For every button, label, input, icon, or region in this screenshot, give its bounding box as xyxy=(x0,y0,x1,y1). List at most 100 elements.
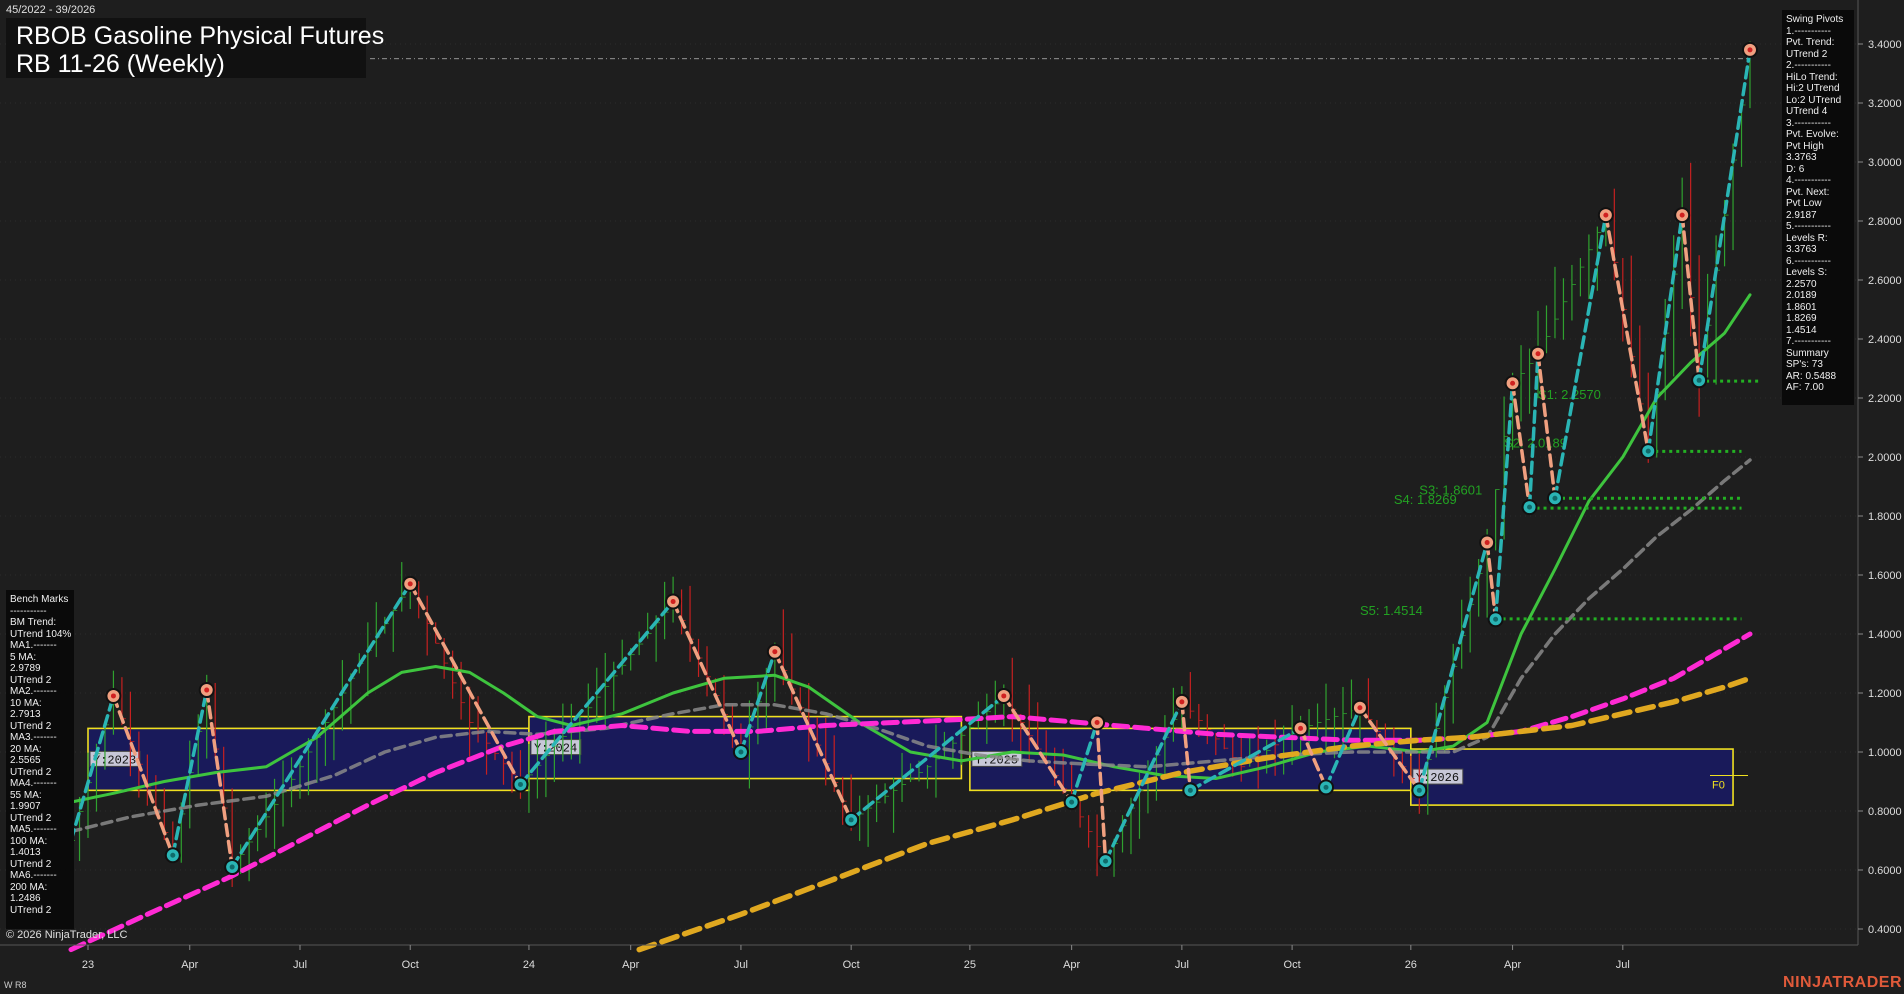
swing-marker-core xyxy=(1357,705,1363,711)
swing-pivots-line: Pvt. Next: xyxy=(1786,186,1830,198)
swing-pivots-line: UTrend 4 xyxy=(1786,106,1828,117)
price-axis[interactable]: 0.4000 0.6000 0.8000 1.0000 1.2000 1.4000 1.60… xyxy=(1857,0,1902,945)
bench-marks-line: 5 MA: xyxy=(10,651,37,663)
swing-pivots-line: 6.----------- xyxy=(1786,255,1831,267)
date-range-label: 45/2022 - 39/2026 xyxy=(6,4,96,16)
swing-pivots-line: HiLo Trend: xyxy=(1786,71,1838,83)
swing-marker-core xyxy=(1103,858,1109,864)
swing-leg xyxy=(1646,213,1684,453)
swing-pivots-line: 3.3763 xyxy=(1786,152,1817,163)
bench-marks-line: Bench Marks xyxy=(10,594,69,605)
swing-marker-core xyxy=(1493,616,1499,622)
swing-pivots-line: 5.----------- xyxy=(1786,221,1831,232)
time-tick-label: Apr xyxy=(622,959,639,971)
swing-pivots-line: Summary xyxy=(1786,347,1829,359)
swing-marker-core xyxy=(517,781,523,787)
swing-marker-core xyxy=(772,649,778,655)
bench-marks-line: UTrend 2 xyxy=(10,766,52,778)
bench-marks-line: 2.5565 xyxy=(10,755,41,766)
support-level-label: S5: 1.4514 xyxy=(1360,603,1423,618)
time-tick-label: Apr xyxy=(1504,959,1521,971)
swing-pivots-line: 1.8269 xyxy=(1786,313,1817,324)
swing-pivots-line: 2.2570 xyxy=(1786,278,1817,290)
price-tick-label: 2.8000 xyxy=(1868,216,1902,228)
time-tick-label: 24 xyxy=(523,959,535,971)
swing-marker-core xyxy=(1527,504,1533,510)
time-tick-label: Oct xyxy=(843,959,860,971)
time-tick-label: Jul xyxy=(734,959,748,971)
time-tick-label: 23 xyxy=(82,959,94,971)
price-tick-label: 2.4000 xyxy=(1868,334,1902,346)
time-tick-label: 26 xyxy=(1405,959,1417,971)
price-tick-label: 2.2000 xyxy=(1868,393,1902,405)
swing-pivots-line: Pvt. Evolve: xyxy=(1786,129,1839,140)
time-tick-label: Oct xyxy=(402,959,419,971)
bench-marks-line: 20 MA: xyxy=(10,743,42,755)
price-tick-label: 1.8000 xyxy=(1868,511,1902,523)
swing-marker-core xyxy=(1416,787,1422,793)
f0-marker-label: F0 xyxy=(1712,780,1725,792)
bench-marks-line: UTrend 2 xyxy=(10,858,52,870)
price-tick-label: 1.6000 xyxy=(1868,570,1902,582)
bench-marks-line: MA1.------- xyxy=(10,640,57,651)
time-tick-label: 25 xyxy=(964,959,976,971)
swing-marker-core xyxy=(1679,212,1685,218)
bench-marks-line: MA5.------- xyxy=(10,824,57,835)
copyright-text: © 2026 NinjaTrader, LLC xyxy=(6,929,128,941)
price-tick-label: 1.2000 xyxy=(1868,688,1902,700)
swing-marker-core xyxy=(204,687,210,693)
price-tick-label: 2.0000 xyxy=(1868,452,1902,464)
swing-marker-core xyxy=(407,581,413,587)
swing-marker-core xyxy=(1094,720,1100,725)
swing-marker-core xyxy=(110,693,116,699)
swing-pivots-line: UTrend 2 xyxy=(1786,48,1828,60)
swing-leg xyxy=(1485,540,1498,621)
ninjatrader-logo: NINJATRADER xyxy=(1783,974,1902,991)
time-tick-label: Apr xyxy=(1063,959,1080,971)
bench-marks-line: MA2.------- xyxy=(10,686,57,697)
time-tick-label: Jul xyxy=(1175,959,1189,971)
swing-pivots-line: 3.3763 xyxy=(1786,244,1817,255)
bench-marks-line: 2.7913 xyxy=(10,709,41,720)
chart-canvas[interactable]: Y:2023Y:2024Y:2025Y:2026F0 S1: 2.2570 S2:… xyxy=(0,0,1904,994)
price-tick-label: 1.0000 xyxy=(1868,747,1902,759)
bench-marks-panel: Bench Marks ----------- BM Trend: UTrend 10… xyxy=(6,590,74,929)
swing-pivots-line: Pvt. Trend: xyxy=(1786,37,1835,48)
swing-marker-core xyxy=(1187,787,1193,793)
swing-marker-core xyxy=(170,852,176,858)
swing-pivots-line: Pvt Low xyxy=(1786,198,1822,209)
swing-leg xyxy=(1604,213,1650,453)
swing-marker-core xyxy=(1484,540,1490,546)
bench-marks-line: BM Trend: xyxy=(10,617,57,628)
swing-pivots-line: 4.----------- xyxy=(1786,175,1831,186)
time-tick-label: Jul xyxy=(293,959,307,971)
swing-marker-core xyxy=(1323,784,1329,790)
price-tick-label: 3.4000 xyxy=(1868,39,1902,51)
swing-leg xyxy=(1553,213,1608,501)
bench-marks-line: MA6.------- xyxy=(10,870,57,881)
time-tick-label: Apr xyxy=(181,959,198,971)
swing-marker-core xyxy=(1001,693,1007,699)
swing-pivots-line: Hi:2 UTrend xyxy=(1786,83,1840,94)
bench-marks-line: 1.2486 xyxy=(10,893,41,904)
swing-pivots-line: 1.4514 xyxy=(1786,324,1817,336)
swing-marker-core xyxy=(1747,47,1753,53)
swing-marker-core xyxy=(738,749,744,755)
swing-marker-core xyxy=(229,864,235,870)
swing-pivots-line: 7.----------- xyxy=(1786,336,1831,347)
swing-pivots-panel: Swing Pivots 1.----------- Pvt. Trend: UTre… xyxy=(1782,10,1854,405)
swing-pivots-line: 2.9187 xyxy=(1786,209,1817,221)
bench-marks-line: 1.9907 xyxy=(10,801,41,812)
swing-marker-core xyxy=(670,599,676,605)
time-axis[interactable]: 23 Apr Jul Oct 24 Apr Jul Oct 25 Apr Jul Oct 26 Apr Ju… xyxy=(0,944,1858,971)
bench-marks-line: UTrend 2 xyxy=(10,812,52,824)
swing-pivots-line: D: 6 xyxy=(1786,163,1805,175)
swing-marker-core xyxy=(1510,380,1516,386)
swing-pivots-line: AF: 7.00 xyxy=(1786,382,1824,393)
price-tick-label: 1.4000 xyxy=(1868,629,1902,641)
swing-pivots-line: SP's: 73 xyxy=(1786,359,1823,370)
swing-pivots-line: Levels R: xyxy=(1786,232,1828,244)
swing-marker-core xyxy=(848,817,854,823)
support-level-label: S2: 2.0189 xyxy=(1504,435,1567,450)
year-range-boxes: Y:2023Y:2024Y:2025Y:2026F0 xyxy=(87,715,1748,806)
